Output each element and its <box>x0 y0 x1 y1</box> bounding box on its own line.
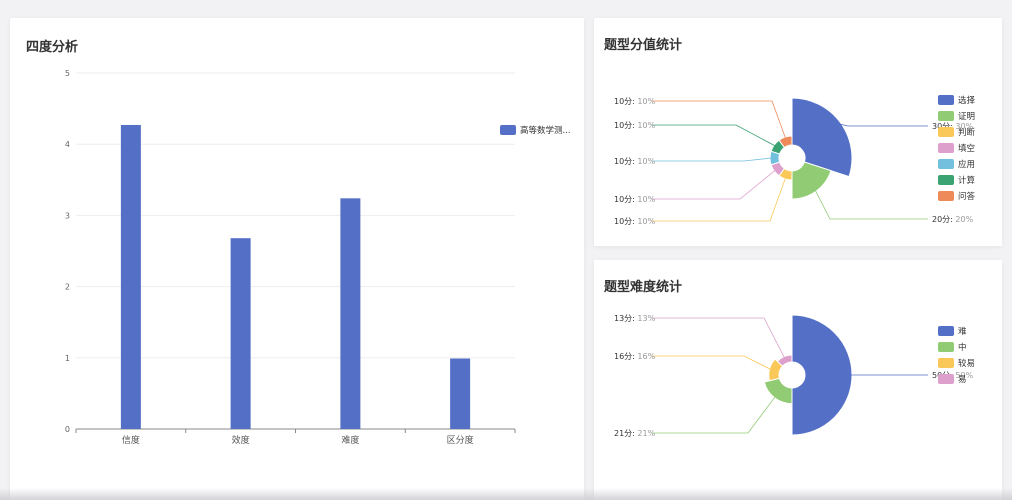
slice-label-percent: 16% <box>637 352 655 361</box>
legend-label: 难 <box>958 326 967 337</box>
label-leader-line <box>652 124 777 147</box>
legend-swatch-易 <box>938 374 954 384</box>
slice-label: 10分: 10% <box>614 195 656 204</box>
rose-slice-中 <box>763 377 793 405</box>
bar-信度 <box>120 124 141 429</box>
label-leader-line <box>652 157 773 162</box>
legend-label: 高等数学测... <box>520 125 571 136</box>
rose-slice-选择 <box>791 97 853 178</box>
slice-label-percent: 20% <box>955 215 973 224</box>
label-leader-line <box>652 395 776 434</box>
slice-label-percent: 10% <box>637 97 655 106</box>
legend-swatch <box>500 125 516 135</box>
y-tick-label: 0 <box>65 425 70 434</box>
legend-swatch-填空 <box>938 143 954 153</box>
slice-label: 20分: 20% <box>932 215 974 224</box>
legend-swatch-选择 <box>938 95 954 105</box>
legend-label: 证明 <box>958 112 975 122</box>
bar-效度 <box>230 238 251 429</box>
question-type-score-card: 题型分值统计 30分: 30% 20分: 20% 10分: 10% 10分: 10% 1… <box>594 18 1002 246</box>
question-type-score-rose-chart: 30分: 30%20分: 20%10分: 10%10分: 10%10分: 10%… <box>614 95 976 226</box>
bar-区分度 <box>450 358 471 429</box>
legend-label: 计算 <box>958 175 976 186</box>
slice-label: 10分: 10% <box>614 97 656 106</box>
legend-swatch-判断 <box>938 127 954 137</box>
question-difficulty-card: 题型难度统计 50分: 50%21分: 21%16分: 16%13分: 13%难… <box>594 260 1002 500</box>
legend-label: 选择 <box>958 95 976 106</box>
slice-label-value: 21分: <box>614 429 637 438</box>
x-tick-label: 难度 <box>341 434 359 446</box>
y-tick-label: 4 <box>65 140 70 149</box>
slice-label-value: 10分: <box>614 157 637 166</box>
legend-label: 填空 <box>958 143 975 154</box>
slice-label-value: 10分: <box>614 121 637 130</box>
slice-label: 16分: 16% <box>614 352 656 361</box>
bottom-shadow <box>0 488 1012 500</box>
legend-swatch-计算 <box>938 175 954 185</box>
slice-label-value: 13分: <box>614 314 637 323</box>
slice-label: 10分: 10% <box>614 121 656 130</box>
slice-label-percent: 10% <box>637 217 655 226</box>
slice-label-percent: 10% <box>637 157 655 166</box>
legend-label: 中 <box>958 342 967 353</box>
y-tick-label: 2 <box>65 283 70 292</box>
legend-label: 易 <box>958 375 967 385</box>
legend-label: 应用 <box>958 159 975 170</box>
slice-label-value: 20分: <box>932 215 955 224</box>
legend-swatch-应用 <box>938 159 954 169</box>
slice-label-value: 10分: <box>614 217 637 226</box>
four-degree-card: 四度分析 0 1 2 3 4 5 信度 效度 难度 区分度 高等数学测... <box>10 18 584 500</box>
legend-swatch-较易 <box>938 358 954 368</box>
slice-label-percent: 10% <box>637 121 655 130</box>
four-degree-bar-chart: 0 1 2 3 4 5 信度 效度 难度 区分度 高等数学测... <box>65 69 571 446</box>
legend-swatch-中 <box>938 342 954 352</box>
slice-label: 13分: 13% <box>614 314 656 323</box>
slice-label-percent: 10% <box>637 195 655 204</box>
label-leader-line <box>652 169 777 200</box>
legend-swatch-证明 <box>938 111 954 121</box>
slice-label-percent: 21% <box>637 429 655 438</box>
slice-label-value: 10分: <box>614 97 637 106</box>
bar-难度 <box>340 198 361 429</box>
slice-label-value: 16分: <box>614 352 637 361</box>
question-difficulty-rose-chart: 50分: 50%21分: 21%16分: 16%13分: 13%难中较易易 <box>614 314 975 438</box>
legend-label: 判断 <box>958 127 976 138</box>
slice-label-value: 10分: <box>614 195 637 204</box>
slice-label: 10分: 10% <box>614 157 656 166</box>
x-tick-label: 信度 <box>122 434 140 446</box>
label-leader-line <box>838 123 928 127</box>
label-leader-line <box>652 317 786 359</box>
y-tick-label: 1 <box>65 354 70 363</box>
label-leader-line <box>652 100 787 140</box>
slice-label: 10分: 10% <box>614 217 656 226</box>
legend-swatch-难 <box>938 326 954 336</box>
legend-label: 较易 <box>958 358 975 369</box>
y-tick-label: 5 <box>65 69 70 78</box>
slice-label-percent: 13% <box>637 314 655 323</box>
legend-swatch-问答 <box>938 191 954 201</box>
rose-slice-难 <box>791 314 853 436</box>
y-tick-label: 3 <box>65 211 70 220</box>
x-tick-label: 效度 <box>232 434 250 446</box>
x-tick-label: 区分度 <box>447 434 474 446</box>
slice-label: 21分: 21% <box>614 429 656 438</box>
label-leader-line <box>814 189 928 220</box>
legend-label: 问答 <box>958 191 976 202</box>
label-leader-line <box>652 355 772 371</box>
